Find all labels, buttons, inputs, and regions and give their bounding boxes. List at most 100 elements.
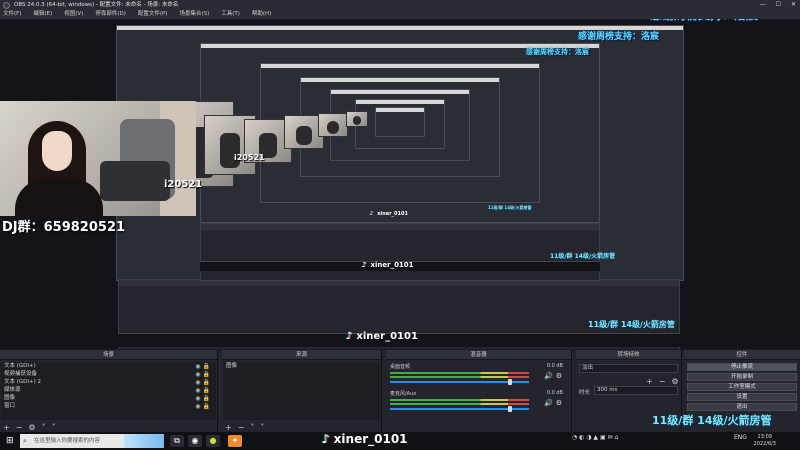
menu-view[interactable]: 视图(V) <box>64 10 83 19</box>
duration-label: 时长 <box>579 390 591 396</box>
list-item[interactable]: 文本 (GDI+) 2 ◉🔒 <box>1 378 216 386</box>
list-item-label: 文本 (GDI+) 2 <box>4 379 42 385</box>
obs-taskbar-icon[interactable]: ◉ <box>188 435 202 447</box>
list-item-label: 媒体源 <box>4 387 21 393</box>
list-item[interactable]: 媒体源 ◉🔒 <box>1 386 216 394</box>
scenes-toolbar: + − ⚙ ˄ ˅ <box>3 423 56 432</box>
scenes-dock-title: 场景 <box>0 350 217 360</box>
speaker-icon[interactable]: 🔊 <box>544 399 556 407</box>
channel-name: 桌面音频 <box>390 364 411 370</box>
fader-handle[interactable] <box>508 406 512 412</box>
sources-list: 图像 <box>223 362 380 420</box>
move-down-icon[interactable]: ˅ <box>260 423 264 432</box>
menu-help[interactable]: 帮助(H) <box>252 10 271 19</box>
tiktok-handle: xiner_0101 <box>333 432 408 446</box>
gear-icon[interactable]: ⚙ <box>671 377 678 386</box>
list-item[interactable]: 窗口 ◉🔒 <box>1 402 216 410</box>
channel-db: 0.0 dB <box>546 390 563 396</box>
sources-toolbar: + − ˄ ˅ <box>225 423 264 432</box>
tiktok-icon: ♪ <box>370 211 374 217</box>
volume-meter <box>390 399 529 401</box>
thanks-overlay: 感谢周榜支持：洛宸 <box>650 19 758 23</box>
thanks-overlay-nested: 感谢周榜支持：洛宸 <box>578 32 660 42</box>
channel-name: 麦克风/Aux <box>390 391 417 397</box>
move-down-icon[interactable]: ˅ <box>52 423 56 432</box>
list-item[interactable]: 图像 <box>223 362 380 370</box>
level-overlay-nested: 11级/群 14级/火箭房管 <box>550 253 616 260</box>
move-up-icon[interactable]: ˄ <box>250 423 254 432</box>
menu-tools[interactable]: 工具(T) <box>221 10 240 19</box>
gear-icon[interactable]: ⚙ <box>556 399 565 407</box>
tiktok-handle: xiner_0101 <box>370 261 414 269</box>
nested-dock-header <box>201 224 599 230</box>
clock-time: 23:09 <box>757 434 772 440</box>
windows-start-icon[interactable]: ⊞ <box>6 436 14 446</box>
add-icon[interactable]: + <box>646 377 653 386</box>
menu-scene-collection[interactable]: 场景集合(S) <box>179 10 209 19</box>
volume-meter <box>390 372 529 374</box>
menu-docks[interactable]: 停靠部件(D) <box>95 10 126 19</box>
sources-dock: 来源 图像 + − ˄ ˅ <box>222 350 382 434</box>
app-taskbar-icon[interactable]: ● <box>206 435 220 447</box>
app-taskbar-icon-orange[interactable]: ✦ <box>228 435 242 447</box>
menu-file[interactable]: 文件(F) <box>3 10 21 19</box>
move-up-icon[interactable]: ˄ <box>42 423 46 432</box>
exit-button[interactable]: 退出 <box>687 403 797 411</box>
start-recording-button[interactable]: 开始录制 <box>687 373 797 381</box>
speaker-icon[interactable]: 🔊 <box>544 372 556 380</box>
transitions-dock-title: 转场特效 <box>576 350 681 360</box>
visibility-lock-icon[interactable]: ◉🔒 <box>195 403 212 411</box>
list-item-label: 窗口 <box>4 403 16 409</box>
mixer-channel-desktop: 桌面音频 0.0 dB 🔊⚙ <box>388 363 569 385</box>
window-controls: — ☐ ✕ <box>760 0 796 10</box>
taskbar-clock[interactable]: 23:09 2022/6/3 <box>754 434 776 448</box>
stop-streaming-button[interactable]: 停止推流 <box>687 363 797 371</box>
close-button[interactable]: ✕ <box>791 0 796 10</box>
clock-date: 2022/6/3 <box>753 441 776 447</box>
list-item[interactable]: 文本 (GDI+) ◉🔒 <box>1 362 216 370</box>
add-icon[interactable]: + <box>3 423 10 432</box>
maximize-button[interactable]: ☐ <box>776 0 781 10</box>
qq-group-text: DJ群：659820521 <box>2 220 126 235</box>
duration-field[interactable]: 300 ms <box>594 386 678 395</box>
tray-icons[interactable]: ◔ ◐ ◑ ▲ ▣ ✉ ⌂ <box>572 434 618 441</box>
remove-icon[interactable]: − <box>16 423 23 432</box>
tiktok-handle: xiner_0101 <box>356 331 418 342</box>
title-bar: OBS 24.0.3 (64-bit, windows) - 配置文件: 未命名… <box>0 0 800 10</box>
channel-db: 0.0 dB <box>546 363 563 369</box>
list-item[interactable]: 图像 ◉🔒 <box>1 394 216 402</box>
level-overlay-main: 11级/群 14级/火箭房管 <box>652 414 772 427</box>
tiktok-handle: xiner_0101 <box>377 211 408 217</box>
settings-button[interactable]: 设置 <box>687 393 797 401</box>
list-item[interactable]: 视频捕获设备 ◉🔒 <box>1 370 216 378</box>
tiktok-icon: ♪ <box>346 331 353 342</box>
sources-dock-title: 来源 <box>222 350 381 360</box>
transition-type-select[interactable]: 淡出 <box>579 364 678 373</box>
menu-edit[interactable]: 编辑(E) <box>33 10 52 19</box>
tiktok-icon: ♪ <box>362 261 367 269</box>
gear-icon[interactable]: ⚙ <box>28 423 35 432</box>
tiktok-handle-overlay-main: ♪ xiner_0101 <box>322 432 408 446</box>
list-item-label: 图像 <box>4 395 16 401</box>
remove-icon[interactable]: − <box>238 423 245 432</box>
taskbar-search-placeholder: 在这里输入你要搜索的内容 <box>34 438 101 444</box>
mixer-dock-title: 混音器 <box>386 350 571 360</box>
obs-window: OBS 24.0.3 (64-bit, windows) - 配置文件: 未命名… <box>0 0 800 450</box>
gear-icon[interactable]: ⚙ <box>556 372 565 380</box>
channel-controls: 🔊⚙ <box>544 372 565 380</box>
menu-profile[interactable]: 配置文件(P) <box>138 10 168 19</box>
add-icon[interactable]: + <box>225 423 232 432</box>
minimize-button[interactable]: — <box>760 0 766 10</box>
studio-mode-button[interactable]: 工作室模式 <box>687 383 797 391</box>
remove-icon[interactable]: − <box>659 377 666 386</box>
webcam-feed <box>0 101 196 216</box>
fader-handle[interactable] <box>508 379 512 385</box>
windows-taskbar: ⊞ ⌕ 在这里输入你要搜索的内容 ⧉ ◉ ● ✦ ♪ xiner_0101 ◔ … <box>0 432 800 450</box>
search-icon: ⌕ <box>23 437 27 445</box>
task-view-icon[interactable]: ⧉ <box>170 435 184 447</box>
tray-language[interactable]: ENG <box>734 434 747 441</box>
list-item-label: 文本 (GDI+) <box>4 363 36 369</box>
preview-canvas[interactable]: i20521 i20521 DJ群：659820521 感谢周榜支持：洛宸 感谢… <box>0 19 800 349</box>
tiktok-handle-overlay-nested: ♪ xiner_0101 <box>370 211 408 217</box>
taskbar-search[interactable]: ⌕ 在这里输入你要搜索的内容 <box>20 434 140 448</box>
